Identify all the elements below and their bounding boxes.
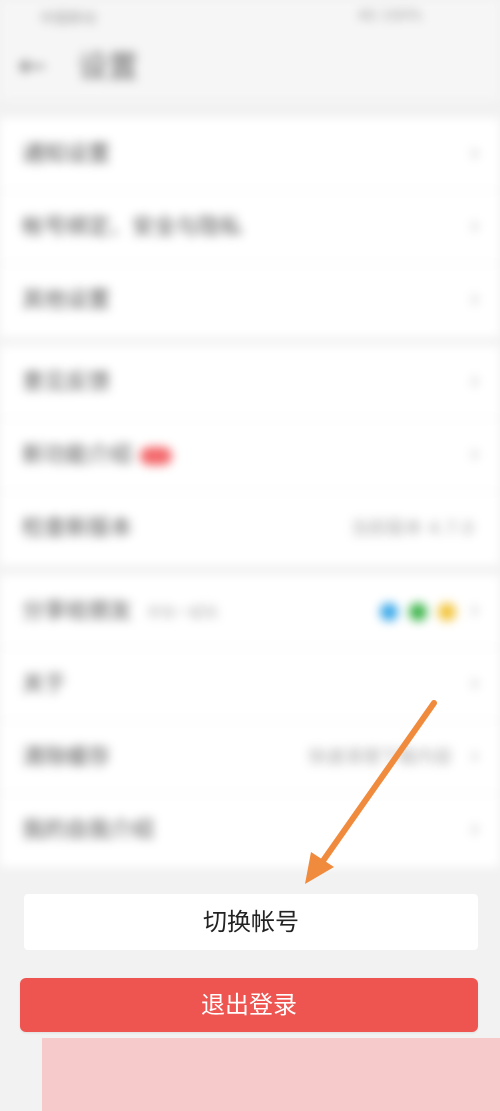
row-label: 帐号绑定、安全与隐私	[22, 215, 243, 240]
chevron-right-icon: ›	[469, 211, 480, 241]
chevron-right-icon: ›	[469, 814, 480, 844]
row-label: 清除缓存	[22, 745, 111, 770]
status-bar: 中国移动 4G 100%	[0, 0, 500, 36]
switch-account-button[interactable]: 切换帐号	[24, 894, 478, 950]
settings-row-self-intro[interactable]: 我的自我介绍 ›	[0, 794, 500, 867]
row-label: 我的自我介绍	[22, 818, 155, 843]
share-icons	[374, 603, 456, 625]
row-subtext: 好友一起玩	[148, 605, 218, 621]
share-blue-icon[interactable]	[379, 603, 398, 621]
chevron-right-icon: ›	[469, 741, 480, 771]
status-indicators: 4G 100%	[357, 8, 422, 24]
chevron-right-icon: ›	[469, 595, 480, 625]
row-label: 新功能介绍	[22, 443, 133, 468]
chevron-right-icon: ›	[469, 366, 480, 396]
settings-row-clear-cache[interactable]: 清除缓存 快速清理下载内容 ›	[0, 721, 500, 794]
settings-section-2: 意见反馈 › 新功能介绍 › 检查新版本 当前版本 4.7.0	[0, 346, 500, 565]
share-yellow-icon[interactable]	[438, 603, 456, 621]
settings-row-check-update[interactable]: 检查新版本 当前版本 4.7.0	[0, 492, 500, 565]
new-badge	[140, 447, 172, 465]
share-green-icon[interactable]	[408, 603, 427, 621]
blurred-settings-screen: 中国移动 4G 100% ← 设置 通知设置 › 帐号绑定、安全与隐私 › 其他…	[0, 0, 500, 875]
settings-row-feedback[interactable]: 意见反馈 ›	[0, 346, 500, 419]
settings-row-new-features[interactable]: 新功能介绍 ›	[0, 419, 500, 492]
settings-row-notifications[interactable]: 通知设置 ›	[0, 118, 500, 191]
carrier-text: 中国移动	[40, 11, 96, 27]
settings-row-account-security[interactable]: 帐号绑定、安全与隐私 ›	[0, 191, 500, 264]
pink-overlay-block	[42, 1038, 500, 1111]
row-label: 通知设置	[22, 142, 111, 167]
settings-row-share[interactable]: 分享给朋友 好友一起玩 ›	[0, 575, 500, 648]
row-label: 其他设置	[22, 288, 111, 313]
cache-value: 快速清理下载内容	[308, 747, 452, 768]
logout-button[interactable]: 退出登录	[20, 978, 478, 1032]
back-arrow-icon[interactable]: ←	[18, 46, 47, 86]
row-label: 意见反馈	[22, 370, 111, 395]
chevron-right-icon: ›	[469, 439, 480, 469]
chevron-right-icon: ›	[469, 284, 480, 314]
settings-row-other[interactable]: 其他设置 ›	[0, 264, 500, 337]
app-header: ← 设置	[0, 36, 500, 100]
row-label: 分享给朋友	[22, 599, 133, 624]
row-label: 检查新版本	[22, 516, 133, 541]
page-title: 设置	[78, 50, 138, 85]
chevron-right-icon: ›	[469, 138, 480, 168]
row-label: 关于	[22, 672, 67, 697]
settings-section-1: 通知设置 › 帐号绑定、安全与隐私 › 其他设置 ›	[0, 118, 500, 337]
version-value: 当前版本 4.7.0	[350, 518, 474, 539]
settings-row-about[interactable]: 关于 ›	[0, 648, 500, 721]
chevron-right-icon: ›	[469, 668, 480, 698]
settings-section-3: 分享给朋友 好友一起玩 › 关于 › 清除缓存 快速清理下载内容 › 我的自我介…	[0, 575, 500, 867]
